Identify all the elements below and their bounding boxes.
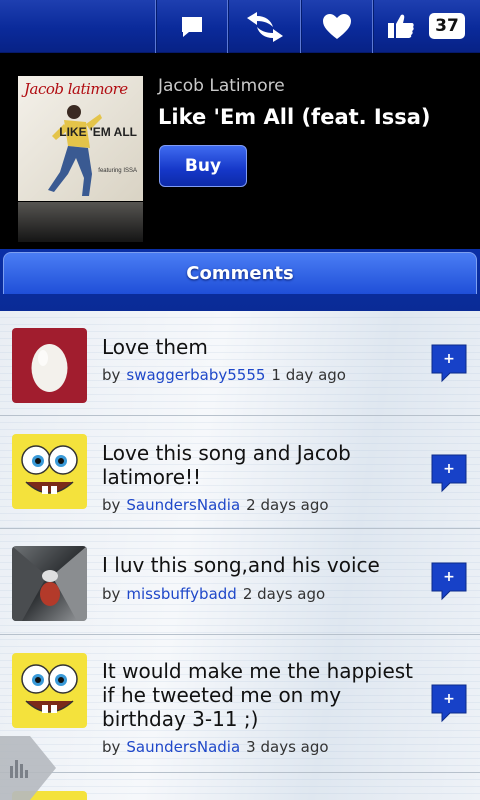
comment-text: It would make me the happiest if he twee… (102, 659, 414, 731)
by-label: by (102, 585, 121, 603)
speech-bubble-icon (182, 16, 202, 37)
comment-row[interactable]: It would make me the happiest if he twee… (0, 635, 480, 773)
spongebob-avatar-icon (21, 445, 78, 494)
comment-text: Love them (102, 335, 208, 359)
heart-icon (323, 14, 351, 39)
favorite-button[interactable] (300, 0, 373, 53)
comment-username[interactable]: missbuffybadd (126, 585, 236, 603)
comment-row[interactable] (0, 773, 480, 800)
comment-username[interactable]: SaundersNadia (126, 738, 240, 756)
share-button[interactable] (227, 0, 301, 53)
comments-tab[interactable]: Comments (3, 252, 477, 294)
comment-meta: by swaggerbaby5555 1 day ago (102, 366, 346, 384)
by-label: by (102, 496, 121, 514)
buy-button[interactable]: Buy (159, 145, 247, 187)
svg-text:+: + (443, 569, 455, 585)
action-bar: 37 (0, 0, 480, 53)
by-label: by (102, 366, 121, 384)
album-cover[interactable]: Jacob latimore LIKE 'EM ALL featuring IS… (18, 76, 143, 201)
cover-reflection (18, 202, 143, 242)
cover-artist-text: Jacob latimore (24, 80, 128, 98)
svg-text:+: + (443, 691, 455, 707)
avatar[interactable] (12, 328, 87, 403)
like-button[interactable]: 37 (372, 0, 480, 53)
comment-time: 2 days ago (242, 585, 326, 603)
comment-text: Love this song and Jacob latimore!! (102, 441, 351, 489)
like-count-badge: 37 (429, 13, 465, 39)
comment-meta: by SaundersNadia 3 days ago (102, 738, 329, 756)
comment-meta: by missbuffybadd 2 days ago (102, 585, 325, 603)
egg-avatar-icon (31, 344, 68, 392)
comment-time: 3 days ago (246, 738, 329, 756)
cover-figure-image (48, 105, 102, 196)
comment-username[interactable]: SaundersNadia (126, 496, 240, 514)
comment-text: I luv this song,and his voice (102, 553, 380, 577)
thumbs-up-icon (388, 14, 414, 38)
spongebob-avatar-icon (21, 664, 78, 713)
share-arrows-icon (246, 11, 283, 42)
avatar[interactable] (12, 653, 87, 728)
comment-meta: by SaundersNadia 2 days ago (102, 496, 329, 514)
cover-title-text: LIKE 'EM ALL (59, 125, 137, 139)
comment-row[interactable]: Love them by swaggerbaby5555 1 day ago + (0, 311, 480, 416)
comment-time: 1 day ago (271, 366, 346, 384)
photo-avatar-image (12, 546, 87, 621)
comments-header-bar: Comments (0, 249, 480, 311)
song-title: Like 'Em All (feat. Issa) (158, 105, 431, 129)
avatar[interactable] (12, 434, 87, 509)
comment-row[interactable]: Love this song and Jacob latimore!! by Sa… (0, 416, 480, 529)
comment-button[interactable] (155, 0, 228, 53)
player-handle-icon[interactable] (0, 736, 56, 800)
svg-text:+: + (443, 351, 455, 367)
comment-list[interactable]: Love them by swaggerbaby5555 1 day ago + L… (0, 311, 480, 800)
reply-button-icon[interactable]: + (430, 683, 468, 723)
svg-text:+: + (443, 461, 455, 477)
reply-button-icon[interactable]: + (430, 453, 468, 493)
artist-name: Jacob Latimore (158, 76, 285, 96)
song-header: Jacob latimore LIKE 'EM ALL featuring IS… (0, 53, 480, 249)
cover-subtitle-text: featuring ISSA (98, 168, 137, 174)
reply-button-icon[interactable]: + (430, 561, 468, 601)
reply-button-icon[interactable]: + (430, 343, 468, 383)
avatar[interactable] (12, 546, 87, 621)
comment-row[interactable]: I luv this song,and his voice by missbuff… (0, 529, 480, 635)
by-label: by (102, 738, 121, 756)
comment-username[interactable]: swaggerbaby5555 (126, 366, 265, 384)
comment-time: 2 days ago (246, 496, 329, 514)
